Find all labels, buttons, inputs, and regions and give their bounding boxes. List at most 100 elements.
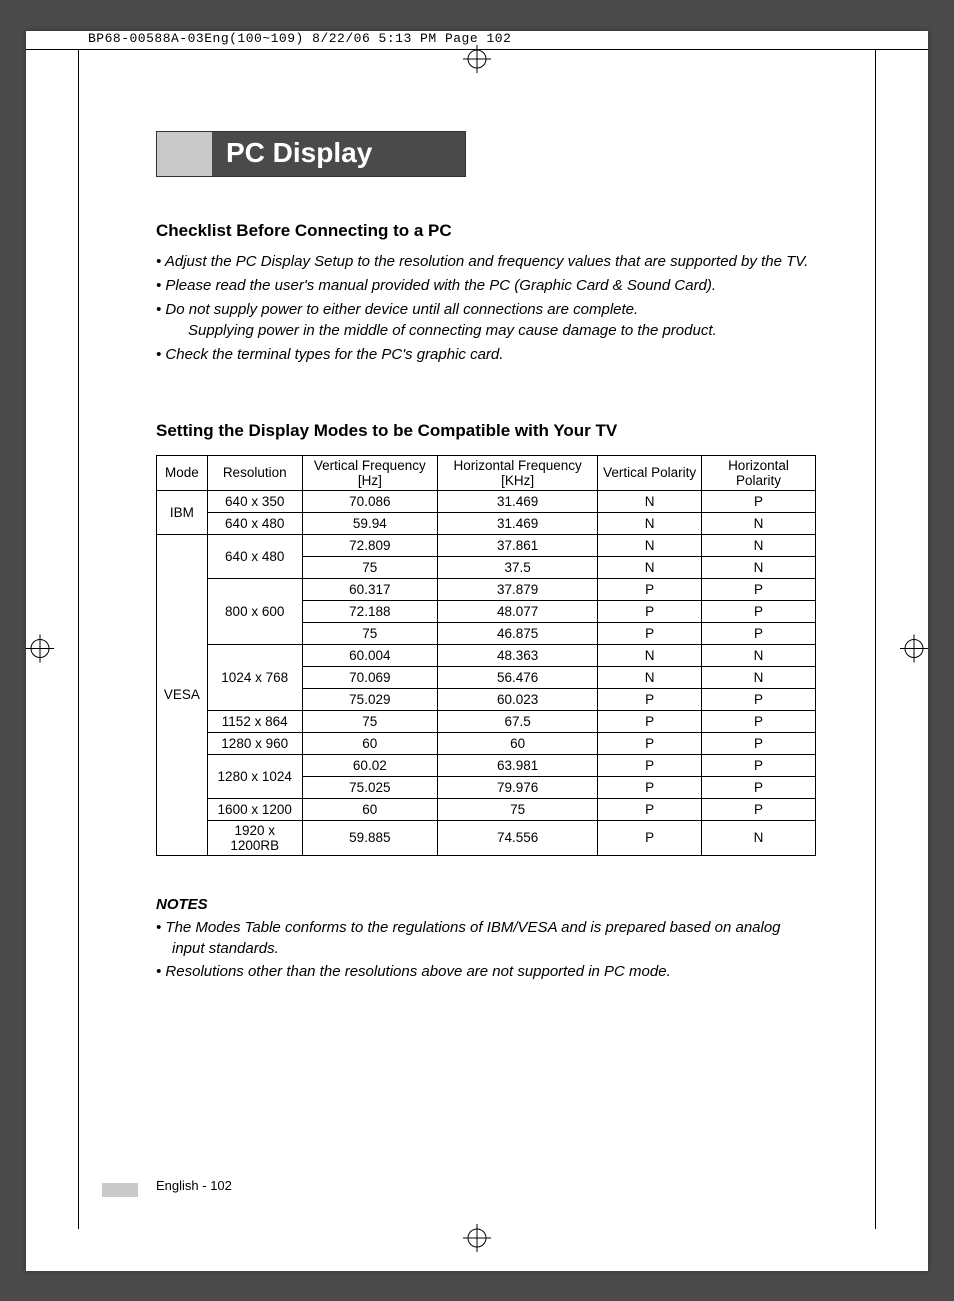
cell-hf: 31.469 (437, 490, 598, 512)
cell-vf: 60 (302, 732, 437, 754)
table-row: 1152 x 8647567.5PP (157, 710, 816, 732)
cell-hp: N (701, 534, 815, 556)
cell-vf: 75 (302, 556, 437, 578)
cell-hf: 37.861 (437, 534, 598, 556)
page-footer: English - 102 (156, 1178, 232, 1193)
cell-hp: N (701, 666, 815, 688)
cell-resolution: 1920 x 1200RB (207, 820, 302, 855)
cell-mode: VESA (157, 534, 208, 855)
cell-hf: 48.363 (437, 644, 598, 666)
cell-hf: 60.023 (437, 688, 598, 710)
cell-vf: 60.317 (302, 578, 437, 600)
checklist-item-continuation: Supplying power in the middle of connect… (172, 320, 816, 341)
cell-hf: 46.875 (437, 622, 598, 644)
cell-vp: N (598, 666, 701, 688)
cell-vf: 59.885 (302, 820, 437, 855)
cell-vp: N (598, 556, 701, 578)
cell-resolution: 1280 x 1024 (207, 754, 302, 798)
cell-vf: 75.025 (302, 776, 437, 798)
cell-vp: N (598, 644, 701, 666)
cell-resolution: 640 x 480 (207, 534, 302, 578)
cell-resolution: 1280 x 960 (207, 732, 302, 754)
cell-resolution: 1600 x 1200 (207, 798, 302, 820)
cell-vp: P (598, 732, 701, 754)
cell-hp: P (701, 578, 815, 600)
cell-hp: N (701, 556, 815, 578)
cell-hp: P (701, 600, 815, 622)
cell-vf: 60 (302, 798, 437, 820)
registration-mark-icon (463, 1224, 491, 1257)
cell-vp: P (598, 798, 701, 820)
cell-vp: P (598, 600, 701, 622)
display-modes-table: Mode Resolution Vertical Frequency [Hz] … (156, 455, 816, 856)
cell-vf: 75 (302, 622, 437, 644)
cell-resolution: 640 x 350 (207, 490, 302, 512)
title-block: PC Display (156, 131, 466, 177)
page-title: PC Display (226, 137, 451, 169)
cell-mode: IBM (157, 490, 208, 534)
cell-vf: 75.029 (302, 688, 437, 710)
cell-hf: 63.981 (437, 754, 598, 776)
cell-hf: 67.5 (437, 710, 598, 732)
cell-vp: N (598, 490, 701, 512)
cell-hf: 75 (437, 798, 598, 820)
cell-hf: 74.556 (437, 820, 598, 855)
col-hpol: Horizontal Polarity (701, 455, 815, 490)
cell-vf: 70.069 (302, 666, 437, 688)
cell-resolution: 640 x 480 (207, 512, 302, 534)
cell-hf: 60 (437, 732, 598, 754)
registration-mark-icon (900, 634, 928, 667)
cell-hp: P (701, 732, 815, 754)
table-row: 640 x 48059.9431.469NN (157, 512, 816, 534)
checklist-item: Check the terminal types for the PC's gr… (156, 344, 816, 365)
table-row: IBM640 x 35070.08631.469NP (157, 490, 816, 512)
cell-hp: N (701, 644, 815, 666)
registration-mark-icon (463, 45, 491, 78)
section-heading-checklist: Checklist Before Connecting to a PC (156, 221, 816, 241)
cell-hf: 31.469 (437, 512, 598, 534)
table-row: 1920 x 1200RB59.88574.556PN (157, 820, 816, 855)
cell-vp: P (598, 622, 701, 644)
cell-vf: 75 (302, 710, 437, 732)
page: BP68-00588A-03Eng(100~109) 8/22/06 5:13 … (26, 31, 928, 1271)
note-item: Resolutions other than the resolutions a… (156, 961, 816, 982)
cell-vp: P (598, 776, 701, 798)
cell-vf: 72.809 (302, 534, 437, 556)
col-res: Resolution (207, 455, 302, 490)
print-slug: BP68-00588A-03Eng(100~109) 8/22/06 5:13 … (86, 31, 513, 46)
cell-resolution: 1152 x 864 (207, 710, 302, 732)
cell-resolution: 1024 x 768 (207, 644, 302, 710)
table-body: IBM640 x 35070.08631.469NP640 x 48059.94… (157, 490, 816, 855)
cell-vf: 72.188 (302, 600, 437, 622)
cell-vp: P (598, 754, 701, 776)
cell-hp: P (701, 798, 815, 820)
col-mode: Mode (157, 455, 208, 490)
crop-mark (875, 49, 876, 1229)
col-vfreq: Vertical Frequency [Hz] (302, 455, 437, 490)
checklist-item: Do not supply power to either device unt… (156, 299, 816, 341)
registration-mark-icon (26, 634, 54, 667)
cell-vp: P (598, 710, 701, 732)
cell-hf: 56.476 (437, 666, 598, 688)
cell-vf: 59.94 (302, 512, 437, 534)
cell-vp: N (598, 512, 701, 534)
checklist-item: Please read the user's manual provided w… (156, 275, 816, 296)
col-hfreq: Horizontal Frequency [KHz] (437, 455, 598, 490)
cell-vp: N (598, 534, 701, 556)
checklist-bullets: Adjust the PC Display Setup to the resol… (156, 251, 816, 365)
title-accent-bar (157, 132, 212, 176)
table-row: VESA640 x 48072.80937.861NN (157, 534, 816, 556)
table-row: 1280 x 102460.0263.981PP (157, 754, 816, 776)
cell-vp: P (598, 578, 701, 600)
cell-vp: P (598, 820, 701, 855)
content-area: PC Display Checklist Before Connecting t… (156, 131, 816, 984)
cell-hp: P (701, 776, 815, 798)
table-row: 1024 x 76860.00448.363NN (157, 644, 816, 666)
cell-hp: P (701, 490, 815, 512)
cell-hf: 79.976 (437, 776, 598, 798)
cell-vf: 70.086 (302, 490, 437, 512)
notes-list: The Modes Table conforms to the regulati… (156, 917, 816, 982)
table-row: 800 x 60060.31737.879PP (157, 578, 816, 600)
checklist-item: Adjust the PC Display Setup to the resol… (156, 251, 816, 272)
cell-hf: 48.077 (437, 600, 598, 622)
